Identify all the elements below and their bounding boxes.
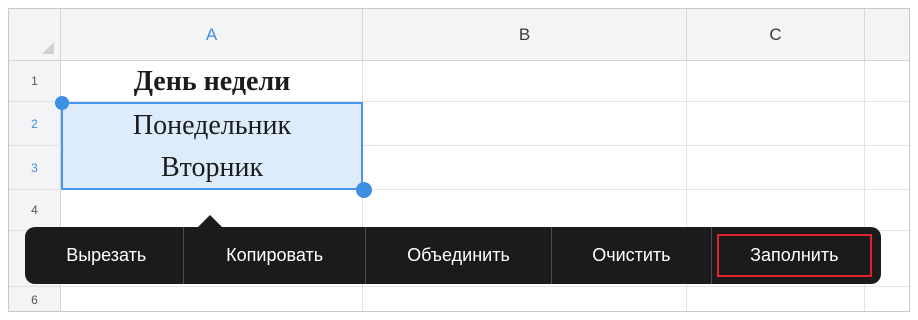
row-header-3[interactable]: 3 bbox=[9, 146, 61, 190]
menu-item-fill[interactable]: Заполнить bbox=[712, 227, 877, 284]
column-header-d-partial[interactable] bbox=[865, 9, 909, 61]
selection-handle-start[interactable] bbox=[55, 96, 69, 110]
select-all-icon bbox=[42, 42, 54, 54]
row-header-6[interactable]: 6 bbox=[9, 287, 61, 311]
select-all-corner[interactable] bbox=[9, 9, 61, 61]
menu-item-clear[interactable]: Очистить bbox=[552, 227, 710, 284]
selection-handle-end[interactable] bbox=[356, 182, 372, 198]
menu-item-cut[interactable]: Вырезать bbox=[29, 227, 183, 284]
cell-a1[interactable]: День недели bbox=[61, 61, 363, 102]
context-menu: Вырезать Копировать Объединить Очистить … bbox=[25, 227, 881, 284]
menu-item-merge[interactable]: Объединить bbox=[366, 227, 551, 284]
row-header-1[interactable]: 1 bbox=[9, 61, 61, 102]
row-header-4[interactable]: 4 bbox=[9, 190, 61, 231]
column-header-b[interactable]: B bbox=[363, 9, 687, 61]
menu-item-fill-label: Заполнить bbox=[750, 245, 839, 265]
cell-a2[interactable]: Понедельник bbox=[61, 105, 363, 147]
menu-item-copy[interactable]: Копировать bbox=[184, 227, 364, 284]
column-header-a[interactable]: A bbox=[61, 9, 363, 61]
row-header-2[interactable]: 2 bbox=[9, 102, 61, 146]
cell-a3[interactable]: Вторник bbox=[61, 147, 363, 189]
column-header-c[interactable]: C bbox=[687, 9, 865, 61]
grid-line bbox=[61, 286, 909, 287]
